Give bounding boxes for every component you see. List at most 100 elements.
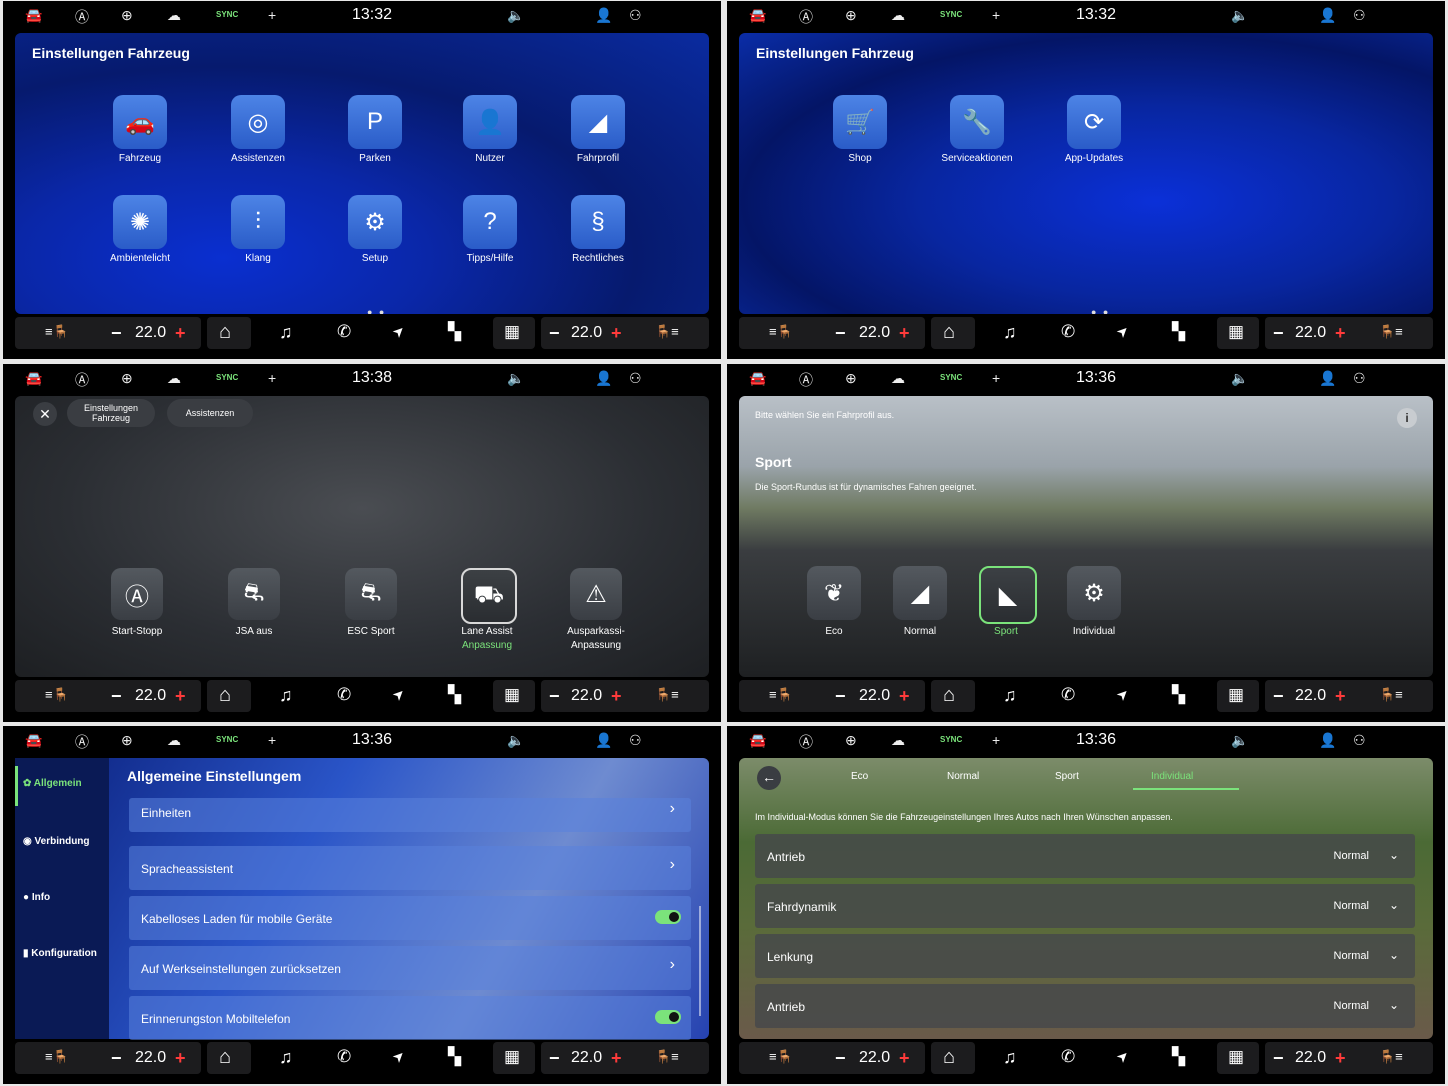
user-icon[interactable]: 👤 (1319, 732, 1336, 749)
add-icon[interactable]: + (992, 7, 1000, 23)
sidebar-item-konfiguration[interactable]: ▮ Konfiguration (23, 948, 97, 959)
navigation-icon[interactable]: ➤ (1113, 1046, 1133, 1066)
car-icon[interactable]: 🚘 (749, 7, 766, 24)
globe-icon[interactable]: ⊕ (845, 7, 857, 24)
add-icon[interactable]: + (268, 7, 276, 23)
car-icon[interactable]: 🚘 (25, 732, 42, 749)
volume-icon[interactable]: 🔈 (507, 370, 524, 387)
tile-nutzer[interactable]: 👤 (463, 95, 517, 149)
setting-row-spracheassistent[interactable]: Spracheassistent › (129, 846, 691, 890)
apps-split-icon[interactable]: ▚ (448, 685, 461, 705)
apps-split-icon[interactable]: ▚ (448, 322, 461, 342)
seat-heat-right-icon[interactable]: 🪑≡ (1379, 324, 1403, 340)
home-icon[interactable]: ⌂ (943, 1046, 955, 1069)
seat-heat-left-icon[interactable]: ≡🪑 (769, 324, 793, 340)
temp-left-plus[interactable]: + (899, 686, 910, 707)
drive-setting-row[interactable]: Antrieb Normal ⌄ (755, 834, 1415, 878)
breadcrumb-assistants[interactable]: Assistenzen (167, 399, 253, 427)
tile-klang[interactable]: ⫶ (231, 195, 285, 249)
tile-serviceaktionen[interactable]: 🔧 (950, 95, 1004, 149)
car-icon[interactable]: 🚘 (749, 370, 766, 387)
person-network-icon[interactable]: ⚇ (1353, 7, 1366, 24)
setting-row-kabelloses-laden-f-r-mobile-ger-te[interactable]: Kabelloses Laden für mobile Geräte (129, 896, 691, 940)
temp-left-plus[interactable]: + (175, 686, 186, 707)
apps-split-icon[interactable]: ▚ (1172, 685, 1185, 705)
temp-right-plus[interactable]: + (611, 323, 622, 344)
car-icon[interactable]: 🚘 (25, 370, 42, 387)
profile-normal[interactable]: ◢ (893, 566, 947, 620)
music-icon[interactable]: ♫ (1003, 685, 1017, 706)
phone-icon[interactable]: ✆ (337, 1047, 351, 1067)
temp-left-minus[interactable]: − (835, 323, 846, 344)
setting-row-auf-werkseinstellungen-zur-cksetzen[interactable]: Auf Werkseinstellungen zurücksetzen › (129, 946, 691, 990)
car-wash-icon[interactable]: ☁ (167, 732, 181, 749)
setting-row-einheiten[interactable]: Einheiten › (129, 798, 691, 832)
sync-label[interactable]: SYNC (216, 10, 238, 19)
setting-row-erinnerungston-mobiltelefon[interactable]: Erinnerungston Mobiltelefon (129, 996, 691, 1040)
home-icon[interactable]: ⌂ (219, 1046, 231, 1069)
temp-left-minus[interactable]: − (835, 686, 846, 707)
sidebar-item-verbindung[interactable]: ◉ Verbindung (23, 836, 90, 847)
sync-label[interactable]: SYNC (216, 735, 238, 744)
app-grid-icon[interactable]: ▦ (1228, 1047, 1244, 1067)
car-wash-icon[interactable]: ☁ (891, 732, 905, 749)
person-network-icon[interactable]: ⚇ (629, 732, 642, 749)
navigation-icon[interactable]: ➤ (1113, 684, 1133, 704)
person-network-icon[interactable]: ⚇ (1353, 370, 1366, 387)
volume-icon[interactable]: 🔈 (507, 7, 524, 24)
temp-left-plus[interactable]: + (175, 1048, 186, 1069)
tab-individual[interactable]: Individual (1151, 771, 1193, 782)
volume-icon[interactable]: 🔈 (1231, 370, 1248, 387)
car-wash-icon[interactable]: ☁ (891, 370, 905, 387)
seat-heat-left-icon[interactable]: ≡🪑 (45, 687, 69, 703)
sync-label[interactable]: SYNC (940, 10, 962, 19)
temp-left-minus[interactable]: − (111, 323, 122, 344)
music-icon[interactable]: ♫ (279, 1047, 293, 1068)
sidebar-item-allgemein[interactable]: ✿ Allgemein (23, 778, 82, 789)
scrollbar[interactable] (699, 906, 701, 1016)
seat-heat-right-icon[interactable]: 🪑≡ (1379, 687, 1403, 703)
seat-heat-right-icon[interactable]: 🪑≡ (655, 1049, 679, 1065)
add-icon[interactable]: + (268, 370, 276, 386)
app-grid-icon[interactable]: ▦ (504, 322, 520, 342)
temp-left-plus[interactable]: + (175, 323, 186, 344)
car-icon[interactable]: 🚘 (25, 7, 42, 24)
user-icon[interactable]: 👤 (1319, 370, 1336, 387)
app-grid-icon[interactable]: ▦ (504, 685, 520, 705)
music-icon[interactable]: ♫ (1003, 1047, 1017, 1068)
temp-right-minus[interactable]: − (549, 323, 560, 344)
profile-eco[interactable]: ❦ (807, 566, 861, 620)
drive-setting-row[interactable]: Lenkung Normal ⌄ (755, 934, 1415, 978)
tile-fahrprofil[interactable]: ◢ (571, 95, 625, 149)
person-network-icon[interactable]: ⚇ (1353, 732, 1366, 749)
tab-sport[interactable]: Sport (1055, 771, 1079, 782)
car-wash-icon[interactable]: ☁ (167, 370, 181, 387)
sidebar-item-info[interactable]: ● Info (23, 892, 50, 903)
seat-heat-right-icon[interactable]: 🪑≡ (1379, 1049, 1403, 1065)
temp-right-plus[interactable]: + (1335, 686, 1346, 707)
volume-icon[interactable]: 🔈 (1231, 7, 1248, 24)
car-wash-icon[interactable]: ☁ (891, 7, 905, 24)
tab-eco[interactable]: Eco (851, 771, 868, 782)
tile-assistenzen[interactable]: ◎ (231, 95, 285, 149)
music-icon[interactable]: ♫ (279, 322, 293, 343)
app-grid-icon[interactable]: ▦ (504, 1047, 520, 1067)
user-icon[interactable]: 👤 (595, 732, 612, 749)
phone-icon[interactable]: ✆ (1061, 1047, 1075, 1067)
phone-icon[interactable]: ✆ (1061, 322, 1075, 342)
globe-icon[interactable]: ⊕ (845, 732, 857, 749)
tile-ausparkassi[interactable]: ⚠ (570, 568, 622, 620)
drive-setting-row[interactable]: Antrieb Normal ⌄ (755, 984, 1415, 1028)
apps-split-icon[interactable]: ▚ (448, 1047, 461, 1067)
app-grid-icon[interactable]: ▦ (1228, 322, 1244, 342)
profile-individual[interactable]: ⚙ (1067, 566, 1121, 620)
navigation-icon[interactable]: ➤ (389, 684, 409, 704)
person-network-icon[interactable]: ⚇ (629, 7, 642, 24)
volume-icon[interactable]: 🔈 (1231, 732, 1248, 749)
seat-heat-left-icon[interactable]: ≡🪑 (769, 687, 793, 703)
breadcrumb-settings[interactable]: Einstellungen Fahrzeug (67, 399, 155, 427)
sync-label[interactable]: SYNC (940, 373, 962, 382)
user-icon[interactable]: 👤 (595, 370, 612, 387)
temp-right-plus[interactable]: + (611, 686, 622, 707)
user-icon[interactable]: 👤 (1319, 7, 1336, 24)
